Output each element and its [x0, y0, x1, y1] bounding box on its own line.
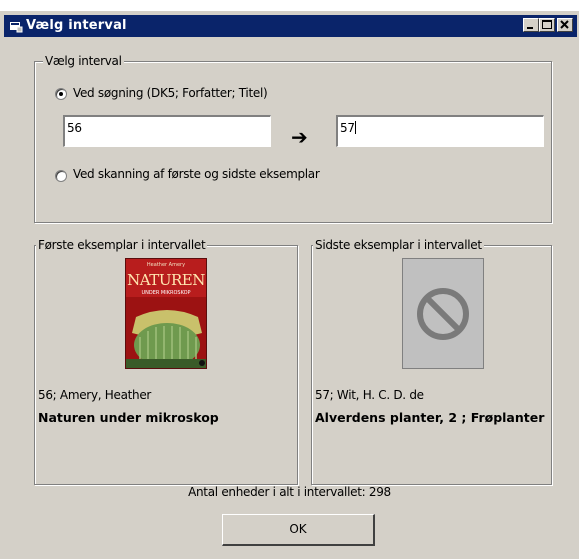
first-copy-cover-image: Heather Amery NATUREN UNDER MIKROSKOP	[125, 258, 207, 369]
cover-subtitle: UNDER MIKROSKOP	[141, 290, 191, 296]
search-radio[interactable]	[55, 88, 67, 100]
last-copy-id-author: 57; Wit, H. C. D. de	[315, 388, 424, 402]
ok-button[interactable]: OK	[222, 514, 375, 546]
dialog-window: Vælg interval Vælg interval Ved søgning …	[0, 11, 579, 559]
to-input[interactable]: 57	[336, 115, 544, 147]
cover-title: NATUREN	[127, 271, 205, 289]
last-copy-legend: Sidste eksemplar i intervallet	[313, 238, 484, 252]
radio-selected-dot	[59, 92, 63, 96]
to-input-value: 57	[340, 121, 355, 135]
arrow-right-icon: ➔	[291, 125, 308, 149]
last-copy-title: Alverdens planter, 2 ; Frøplanter	[315, 410, 545, 425]
maximize-button[interactable]	[539, 18, 555, 32]
first-copy-title: Naturen under mikroskop	[38, 410, 219, 425]
close-button[interactable]	[557, 18, 573, 32]
scan-radio[interactable]	[55, 170, 67, 182]
interval-group-legend: Vælg interval	[43, 54, 124, 68]
total-count-text: Antal enheder i alt i intervallet: 298	[188, 485, 391, 499]
scan-radio-label[interactable]: Ved skanning af første og sidste eksempl…	[73, 167, 320, 181]
cover-author: Heather Amery	[146, 262, 186, 268]
close-icon	[560, 20, 569, 29]
no-image-icon	[417, 288, 469, 340]
last-copy-cover-placeholder	[402, 258, 484, 369]
app-icon	[10, 22, 23, 33]
first-copy-legend: Første eksemplar i intervallet	[36, 238, 208, 252]
poppy-illustration	[126, 297, 206, 368]
minimize-button[interactable]	[523, 18, 539, 32]
window-title: Vælg interval	[26, 18, 127, 33]
title-bar[interactable]: Vælg interval	[4, 15, 577, 37]
from-input[interactable]: 56	[63, 115, 271, 147]
search-radio-label[interactable]: Ved søgning (DK5; Forfatter; Titel)	[73, 86, 268, 100]
text-cursor	[354, 121, 356, 134]
first-copy-id-author: 56; Amery, Heather	[38, 388, 152, 402]
